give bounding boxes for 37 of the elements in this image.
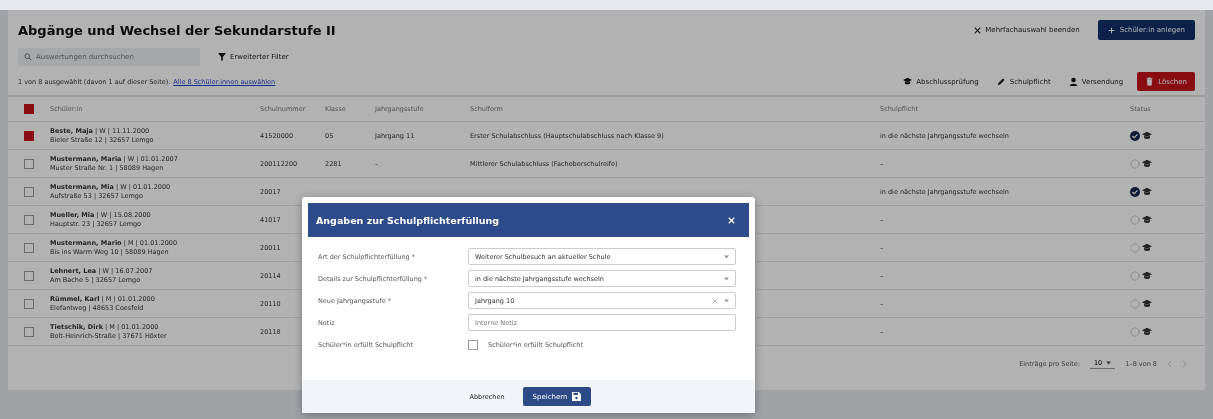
row-checkbox[interactable] [24,298,34,309]
graduation-cap-icon[interactable] [1142,214,1152,225]
graduation-cap-icon[interactable] [1142,186,1152,197]
graduation-cap-icon[interactable] [1142,270,1152,281]
clear-icon[interactable] [712,297,718,304]
graduation-cap-icon[interactable] [1142,130,1152,141]
close-icon [974,26,982,34]
caret-icon [724,298,729,303]
row-checkbox[interactable] [24,326,34,337]
graduation-cap-icon[interactable] [1142,326,1152,337]
page-title: Abgänge und Wechsel der Sekundarstufe II [18,22,336,38]
row-checkbox[interactable] [24,242,34,253]
caret-icon [724,254,729,259]
graduation-cap-icon [903,77,913,86]
graduation-cap-icon[interactable] [1142,298,1152,309]
filter-icon [218,53,226,61]
row-checkbox[interactable] [24,214,34,225]
plus-icon [1107,26,1115,34]
next-page-icon[interactable] [1182,359,1187,368]
caret-icon [1106,361,1112,365]
row-checkbox[interactable] [24,158,34,169]
save-icon [572,392,582,401]
trash-icon [1145,77,1155,86]
row-checkbox[interactable] [24,270,34,281]
select-all-checkbox[interactable] [24,104,34,114]
dialog-title: Angaben zur Schulpflichterfüllung [316,214,500,226]
graduation-cap-icon[interactable] [1142,242,1152,253]
row-checkbox[interactable] [24,130,34,141]
row-checkbox[interactable] [24,186,34,197]
search-icon [24,53,32,61]
previous-page-icon[interactable] [1167,359,1172,368]
graduation-cap-icon[interactable] [1142,158,1152,169]
checkbox[interactable] [468,339,478,350]
person-icon [1068,77,1078,86]
caret-icon [724,276,729,281]
close-icon [728,216,735,224]
pencil-icon [996,77,1006,86]
